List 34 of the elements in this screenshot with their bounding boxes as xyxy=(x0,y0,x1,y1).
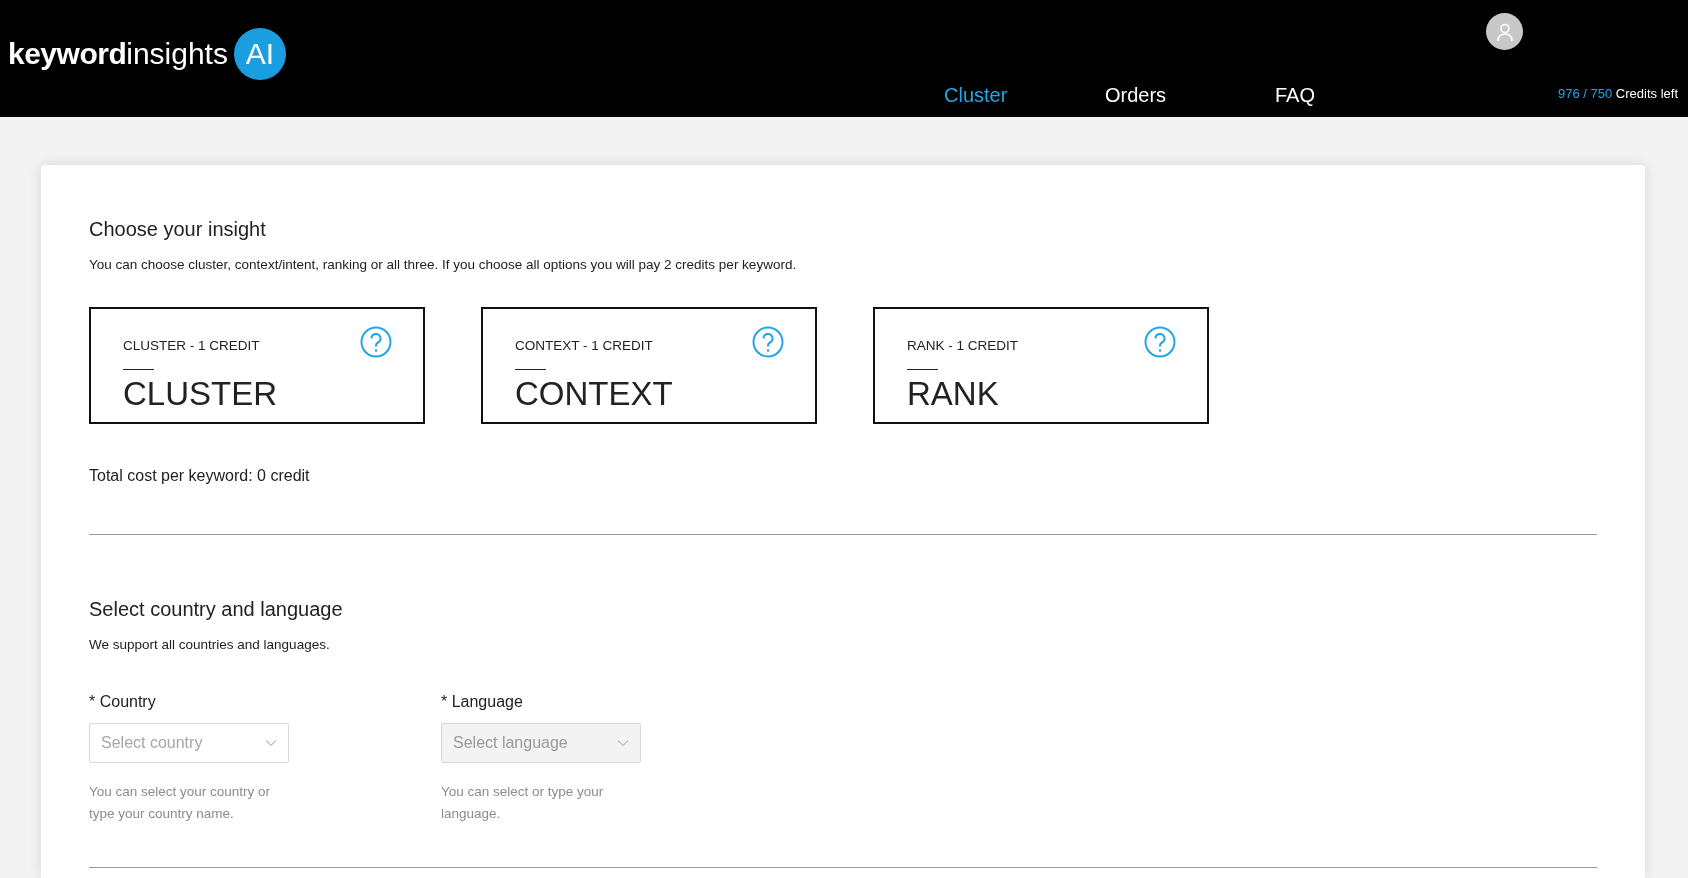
option-name: RANK xyxy=(907,376,1000,413)
option-name: CONTEXT xyxy=(515,376,674,413)
nav-link[interactable]: Orders xyxy=(1105,80,1167,110)
total-cost: Total cost per keyword: 0 credit xyxy=(89,466,311,487)
section-title: Select country and language xyxy=(89,597,344,622)
insight-option[interactable]: CONTEXT - 1 CREDIT CONTEXT xyxy=(481,307,817,425)
field-label: * Language xyxy=(441,691,524,712)
logo-text: keyword xyxy=(8,39,127,69)
nav-link[interactable]: FAQ xyxy=(1275,80,1315,110)
insight-option[interactable]: CLUSTER - 1 CREDIT CLUSTER xyxy=(89,307,425,425)
select-field[interactable]: Select country xyxy=(89,722,289,763)
section-description: We support all countries and languages. xyxy=(89,636,331,655)
chevron-down-icon xyxy=(617,738,629,747)
help-text: You can select or type your language. xyxy=(441,782,605,823)
help-icon[interactable] xyxy=(752,326,784,359)
help-icon[interactable] xyxy=(1144,326,1176,359)
option-caption: CLUSTER - 1 CREDIT xyxy=(123,337,260,356)
option-caption: CONTEXT - 1 CREDIT xyxy=(515,337,653,356)
section-title: Choose your insight xyxy=(89,217,267,241)
help-icon[interactable] xyxy=(360,326,392,359)
option-caption: RANK - 1 CREDIT xyxy=(907,337,1018,356)
chevron-down-icon xyxy=(265,738,277,747)
logo-text: insights xyxy=(126,39,228,69)
nav-link[interactable]: Cluster xyxy=(944,80,1008,110)
insight-option[interactable]: RANK - 1 CREDIT RANK xyxy=(873,307,1209,425)
logo-badge: AI xyxy=(233,28,286,80)
option-name: CLUSTER xyxy=(123,376,279,413)
credits-label: Credits left xyxy=(1615,86,1678,101)
credits-count: 976 / 750 xyxy=(1558,86,1613,101)
user-icon xyxy=(1494,21,1515,42)
avatar-button[interactable] xyxy=(1486,13,1523,50)
field-label: * Country xyxy=(89,691,157,712)
section-description: You can choose cluster, context/intent, ranking or all three. If you choose all options you will pay 2 credits per keyword. xyxy=(89,256,798,274)
help-text: You can select your country or type your country name. xyxy=(89,782,272,823)
